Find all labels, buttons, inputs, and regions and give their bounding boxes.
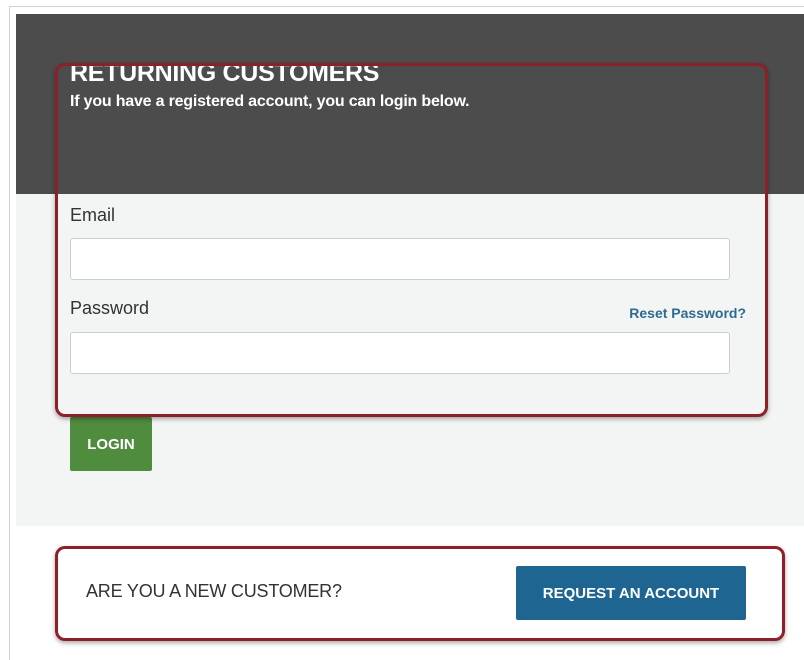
email-label: Email	[70, 205, 116, 225]
request-account-button[interactable]: REQUEST AN ACCOUNT	[516, 566, 746, 620]
page-title: RETURNING CUSTOMERS	[70, 59, 380, 87]
page-subtitle: If you have a registered account, you ca…	[70, 93, 470, 110]
login-button[interactable]: LOGIN	[70, 417, 152, 471]
password-label: Password	[70, 298, 150, 318]
email-field[interactable]	[70, 238, 730, 280]
reset-password-link[interactable]: Reset Password?	[629, 305, 746, 321]
new-customer-prompt: ARE YOU A NEW CUSTOMER?	[86, 581, 342, 601]
password-field[interactable]	[70, 332, 730, 374]
